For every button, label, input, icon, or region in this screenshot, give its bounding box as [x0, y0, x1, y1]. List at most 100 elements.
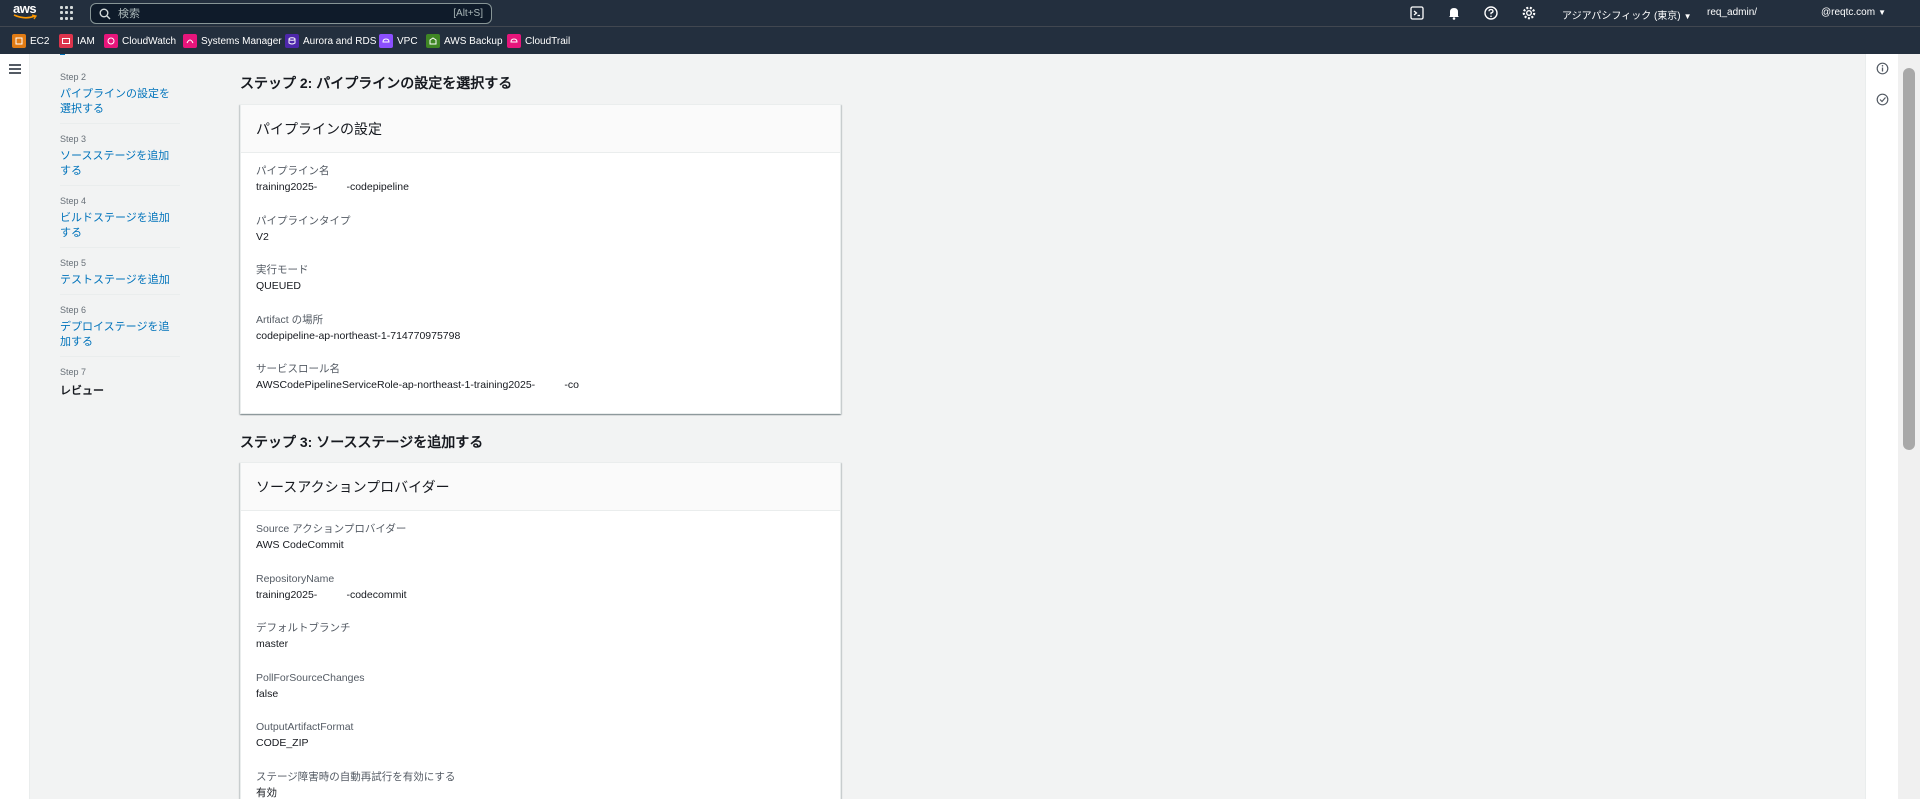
aws-logo[interactable]: aws — [13, 2, 39, 24]
region-label: アジアパシフィック (東京) — [1562, 11, 1681, 22]
cloudshell-icon[interactable] — [1409, 5, 1425, 21]
field-value: master — [256, 638, 289, 650]
field-label: パイプライン名 — [256, 165, 330, 177]
step-number: Step 4 — [60, 196, 87, 206]
field-pipeline-name: パイプライン名 training2025- -codepipeline — [256, 163, 825, 213]
rds-icon — [285, 34, 299, 48]
field-output-artifact-format: OutputArtifactFormat CODE_ZIP — [256, 719, 825, 769]
ec2-icon — [12, 34, 26, 48]
field-label: パイプラインタイプ — [256, 214, 351, 227]
field-auto-retry: ステージ障害時の自動再試行を有効にする 有効 — [256, 769, 825, 799]
pipeline-settings-panel: パイプラインの設定 パイプライン名 training2025- -codepipe… — [240, 104, 841, 414]
favorite-label: EC2 — [30, 35, 50, 47]
step-nav-item-4: Step 4 ビルドステージを追加する — [60, 196, 180, 248]
field-label: デフォルトブランチ — [256, 622, 351, 634]
field-value: training2025- -codepipeline — [256, 181, 409, 193]
field-value: codepipeline-ap-northeast-1-714770975798 — [256, 329, 461, 342]
region-selector[interactable]: アジアパシフィック (東京) ▼ — [1562, 7, 1692, 22]
field-value: AWSCodePipelineServiceRole-ap-northeast-… — [256, 379, 579, 391]
search-icon — [99, 8, 111, 19]
cloudtrail-icon — [507, 34, 521, 48]
field-value: training2025- -codecommit — [256, 588, 407, 601]
favorite-aurora-rds[interactable]: Aurora and RDS — [285, 33, 376, 49]
field-label: ステージ障害時の自動再試行を有効にする — [256, 770, 456, 783]
field-value: QUEUED — [256, 280, 301, 292]
top-navigation: aws [Alt+S] アジアパシフィック (東京)▼ req_admin/ @… — [0, 0, 1920, 26]
favorite-label: VPC — [397, 35, 418, 47]
right-side-rail — [1865, 54, 1898, 799]
step-link-deploy-stage[interactable]: デプロイステージを追加する — [60, 320, 180, 350]
favorite-cloudtrail[interactable]: CloudTrail — [507, 33, 570, 49]
field-value: 有効 — [256, 786, 277, 799]
field-label: 実行モード — [256, 264, 309, 276]
field-service-role: サービスロール名 AWSCodePipelineServiceRole-ap-no… — [256, 361, 825, 411]
field-source-provider: Source アクションプロバイダー AWS CodeCommit — [256, 521, 825, 571]
field-value: AWS CodeCommit — [256, 539, 344, 551]
field-value: V2 — [256, 230, 269, 243]
page-scrollbar[interactable] — [1898, 54, 1920, 799]
field-artifact-location: Artifact の場所 codepipeline-ap-northeast-1-… — [256, 312, 825, 362]
caret-down-icon: ▼ — [1878, 8, 1886, 17]
favorite-label: Systems Manager — [201, 35, 282, 47]
section-title-step2: ステップ 2: パイプラインの設定を選択する — [240, 75, 513, 91]
step-link-test-stage[interactable]: テストステージを追加 — [60, 273, 180, 288]
favorites-bar: EC2 IAM CloudWatch Systems Manager Auror… — [0, 26, 1920, 54]
backup-icon — [426, 34, 440, 48]
field-label: サービスロール名 — [256, 363, 340, 375]
settings-gear-icon[interactable] — [1521, 5, 1537, 21]
favorite-label: Aurora and RDS — [303, 35, 377, 47]
source-action-provider-panel: ソースアクションプロバイダー Source アクションプロバイダー AWS Cod… — [240, 462, 841, 799]
favorite-label: AWS Backup — [444, 35, 503, 47]
field-label: Artifact の場所 — [256, 313, 324, 326]
step-link-build-stage[interactable]: ビルドステージを追加する — [60, 211, 180, 241]
user-menu[interactable]: @reqtc.com ▼ — [1821, 7, 1886, 18]
caret-down-icon: ▼ — [1683, 12, 1692, 21]
favorite-ec2[interactable]: EC2 — [12, 33, 49, 49]
step-nav-item-2: Step 2 パイプラインの設定を選択する — [60, 72, 180, 124]
services-menu-icon[interactable] — [60, 6, 74, 20]
section-title-step3: ステップ 3: ソースステージを追加する — [240, 434, 484, 450]
step-number: Step 3 — [60, 134, 87, 144]
panel-header: パイプラインの設定 — [241, 105, 840, 153]
search-bar[interactable]: [Alt+S] — [90, 3, 492, 24]
systems-manager-icon — [183, 34, 197, 48]
aws-logo-text: aws — [13, 1, 37, 16]
notifications-bell-icon[interactable] — [1446, 5, 1462, 21]
cloudwatch-icon — [104, 34, 118, 48]
field-label: Source アクションプロバイダー — [256, 523, 407, 535]
field-poll-for-source-changes: PollForSourceChanges false — [256, 670, 825, 720]
vpc-icon — [379, 34, 393, 48]
user-email: @reqtc.com — [1821, 7, 1876, 18]
info-icon[interactable] — [1876, 62, 1889, 75]
field-label: OutputArtifactFormat — [256, 721, 354, 733]
step-number: Step 2 — [60, 72, 87, 82]
account-name[interactable]: req_admin/ — [1707, 7, 1757, 18]
iam-icon — [59, 34, 73, 48]
help-icon[interactable] — [1483, 5, 1499, 21]
panel-header: ソースアクションプロバイダー — [241, 463, 840, 511]
menu-hamburger-icon[interactable] — [9, 64, 21, 74]
step-number: Step 7 — [60, 367, 87, 377]
step-nav-item-5: Step 5 テストステージを追加 — [60, 258, 180, 295]
field-label: RepositoryName — [256, 572, 335, 585]
favorite-iam[interactable]: IAM — [59, 33, 95, 49]
step-number: Step 5 — [60, 258, 87, 268]
search-input[interactable] — [118, 7, 454, 20]
favorite-systems-manager[interactable]: Systems Manager — [183, 33, 282, 49]
left-side-rail — [0, 54, 30, 799]
step-link-source-stage[interactable]: ソースステージを追加する — [60, 149, 180, 179]
favorite-cloudwatch[interactable]: CloudWatch — [104, 33, 176, 49]
step-nav-item-3: Step 3 ソースステージを追加する — [60, 134, 180, 186]
field-execution-mode: 実行モード QUEUED — [256, 262, 825, 312]
step-link-pipeline-settings[interactable]: パイプラインの設定を選択する — [60, 87, 180, 117]
step-nav-item-7: Step 7 レビュー — [60, 367, 180, 404]
scrollbar-thumb[interactable] — [1903, 68, 1915, 450]
field-repository-name: RepositoryName training2025- -codecommit — [256, 571, 825, 621]
field-label: PollForSourceChanges — [256, 671, 365, 684]
feedback-icon[interactable] — [1876, 93, 1889, 106]
favorite-vpc[interactable]: VPC — [379, 33, 418, 49]
step-divider — [60, 54, 65, 58]
wizard-step-navigation: Step 2 パイプラインの設定を選択する Step 3 ソースステージを追加す… — [60, 54, 180, 414]
favorite-aws-backup[interactable]: AWS Backup — [426, 33, 503, 49]
step-nav-item-6: Step 6 デプロイステージを追加する — [60, 305, 180, 357]
